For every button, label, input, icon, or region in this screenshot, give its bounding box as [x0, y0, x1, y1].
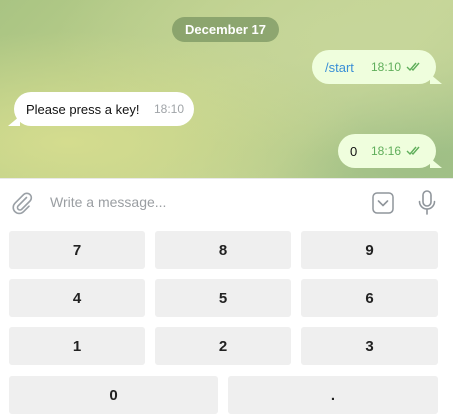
key-7[interactable]: 7 [9, 231, 145, 269]
double-check-icon [406, 146, 424, 156]
message-bubble-outgoing[interactable]: 0 18:16 [338, 134, 442, 168]
key-4[interactable]: 4 [9, 279, 145, 317]
key-5[interactable]: 5 [155, 279, 291, 317]
message-time: 18:10 [370, 60, 401, 74]
bubble-tail [430, 74, 442, 84]
message-text[interactable]: /start [325, 60, 354, 75]
message-composer [0, 178, 453, 225]
key-dot[interactable]: . [228, 376, 438, 414]
bubble-tail [8, 116, 20, 126]
chat-history: December 17 /start 18:10 Please press a … [0, 0, 453, 178]
key-8[interactable]: 8 [155, 231, 291, 269]
chevron-down-icon[interactable] [371, 191, 395, 215]
key-1[interactable]: 1 [9, 327, 145, 365]
key-6[interactable]: 6 [301, 279, 438, 317]
message-bubble-incoming[interactable]: Please press a key! 18:10 [8, 92, 194, 126]
key-2[interactable]: 2 [155, 327, 291, 365]
message-text: Please press a key! [26, 101, 140, 117]
message-time: 18:10 [153, 102, 184, 116]
microphone-icon[interactable] [415, 189, 439, 217]
key-0[interactable]: 0 [9, 376, 218, 414]
message-bubble-outgoing[interactable]: /start 18:10 [312, 50, 442, 84]
double-check-icon [406, 62, 424, 72]
message-text: 0 [350, 143, 358, 159]
key-9[interactable]: 9 [301, 231, 438, 269]
key-3[interactable]: 3 [301, 327, 438, 365]
date-separator: December 17 [172, 17, 279, 42]
bubble-tail [430, 158, 442, 168]
message-input[interactable] [50, 190, 350, 214]
paperclip-icon[interactable] [10, 191, 34, 215]
reply-keyboard: 7 8 9 4 5 6 1 2 3 0 . [0, 225, 453, 420]
message-time: 18:16 [370, 144, 401, 158]
